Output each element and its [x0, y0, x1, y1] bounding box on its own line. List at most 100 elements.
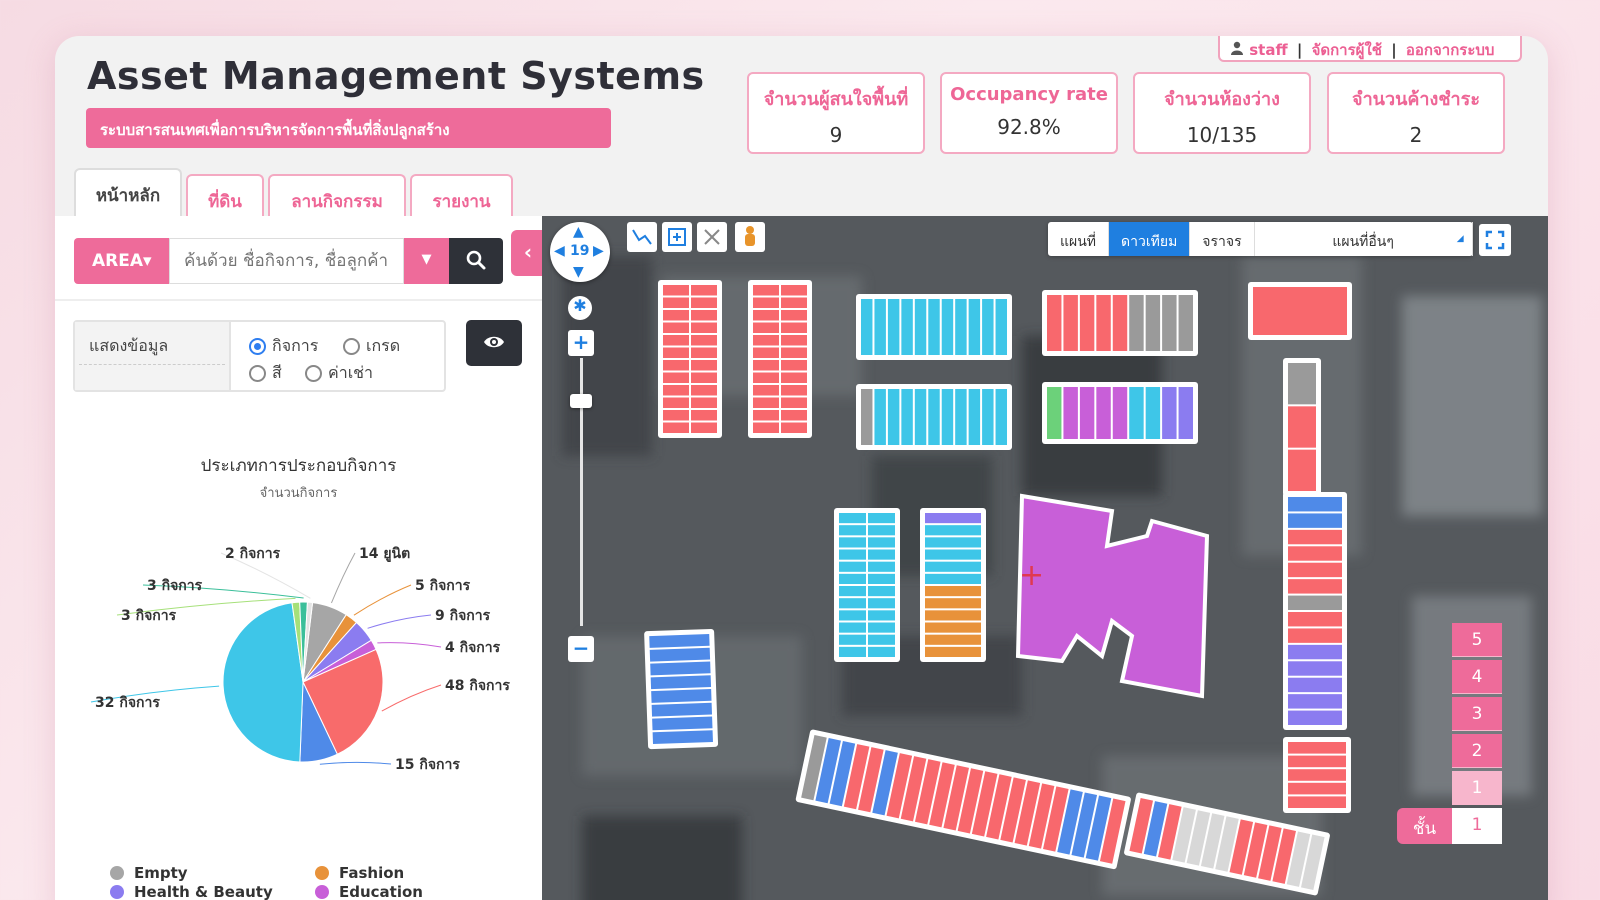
shop-unit[interactable]: [1253, 287, 1347, 335]
shop-unit[interactable]: [650, 675, 712, 690]
toggle-view-button[interactable]: [466, 320, 522, 366]
pan-up-icon[interactable]: ▲: [573, 224, 584, 240]
building-block[interactable]: [1283, 737, 1351, 813]
tab-report[interactable]: รายงาน: [410, 174, 513, 218]
shop-unit[interactable]: [868, 513, 895, 524]
shop-unit[interactable]: [868, 646, 895, 657]
shop-unit[interactable]: [925, 525, 981, 536]
shop-unit[interactable]: [1288, 661, 1342, 676]
shop-unit[interactable]: [887, 389, 900, 445]
shop-unit[interactable]: [663, 297, 689, 309]
shop-unit[interactable]: [925, 513, 981, 524]
shop-unit[interactable]: [955, 299, 967, 355]
shop-unit[interactable]: [1145, 387, 1161, 439]
shop-unit[interactable]: [1288, 796, 1346, 808]
shop-unit[interactable]: [663, 385, 689, 396]
shop-unit[interactable]: [1112, 387, 1128, 439]
shop-unit[interactable]: [1162, 295, 1177, 351]
shop-unit[interactable]: [652, 730, 713, 745]
shop-unit[interactable]: [1288, 644, 1342, 660]
map-view[interactable]: ▲ ▼ ◀ ▶ 19 ✱ + − แผนที่ ดาวเทียม จราจร แ…: [542, 216, 1548, 900]
shop-unit[interactable]: [839, 586, 866, 597]
collapse-panel-button[interactable]: ‹: [511, 230, 545, 276]
shop-unit[interactable]: [839, 610, 866, 621]
shop-unit[interactable]: [868, 598, 895, 609]
shop-unit[interactable]: [649, 647, 711, 662]
shop-unit[interactable]: [1288, 546, 1342, 561]
shop-unit[interactable]: [691, 322, 717, 334]
shop-unit[interactable]: [941, 389, 954, 445]
radio-grade[interactable]: เกรด: [343, 334, 400, 359]
pan-down-icon[interactable]: ▼: [573, 264, 584, 280]
shop-unit[interactable]: [1079, 295, 1095, 351]
shop-unit[interactable]: [868, 525, 895, 536]
shop-unit[interactable]: [861, 299, 873, 355]
shop-unit[interactable]: [874, 389, 886, 445]
shop-unit[interactable]: [1288, 595, 1342, 610]
radio-button[interactable]: [305, 365, 322, 382]
manage-users-link[interactable]: จัดการผู้ใช้: [1312, 41, 1382, 59]
building-block[interactable]: [856, 294, 1012, 360]
shop-unit[interactable]: [839, 646, 866, 657]
shop-unit[interactable]: [1162, 387, 1177, 439]
shop-unit[interactable]: [868, 561, 895, 572]
shop-unit[interactable]: [995, 299, 1007, 355]
shop-unit[interactable]: [874, 299, 886, 355]
shop-unit[interactable]: [651, 688, 712, 703]
draw-line-tool[interactable]: [627, 222, 657, 252]
shop-unit[interactable]: [1288, 769, 1346, 781]
shop-unit[interactable]: [691, 397, 717, 409]
shop-unit[interactable]: [982, 389, 994, 445]
shop-unit[interactable]: [1079, 387, 1095, 439]
shop-unit[interactable]: [925, 549, 981, 560]
building-block[interactable]: [856, 384, 1012, 450]
radio-rent[interactable]: ค่าเช่า: [305, 361, 373, 386]
search-input[interactable]: [169, 238, 404, 284]
shop-unit[interactable]: [868, 537, 895, 548]
shop-unit[interactable]: [839, 573, 866, 584]
shop-unit[interactable]: [925, 622, 981, 633]
shop-unit[interactable]: [1288, 513, 1342, 528]
shop-unit[interactable]: [868, 586, 895, 597]
map-type-traffic[interactable]: จราจร: [1190, 222, 1255, 256]
shop-unit[interactable]: [928, 299, 940, 355]
zoom-in-button[interactable]: +: [568, 330, 594, 356]
shop-unit[interactable]: [901, 389, 913, 445]
shop-unit[interactable]: [663, 322, 689, 334]
shop-unit[interactable]: [1288, 579, 1342, 594]
shop-unit[interactable]: [781, 385, 807, 396]
shop-unit[interactable]: [925, 598, 981, 609]
shop-unit[interactable]: [955, 389, 967, 445]
shop-unit[interactable]: [1288, 742, 1346, 754]
shop-unit[interactable]: [1047, 387, 1062, 439]
shop-unit[interactable]: [781, 372, 807, 384]
pan-control[interactable]: ▲ ▼ ◀ ▶ 19: [550, 222, 610, 282]
shop-unit[interactable]: [781, 360, 807, 371]
shop-unit[interactable]: [995, 389, 1007, 445]
shop-unit[interactable]: [1288, 710, 1342, 725]
shop-unit[interactable]: [1288, 612, 1342, 627]
shop-unit[interactable]: [925, 573, 981, 584]
shop-unit[interactable]: [1178, 295, 1193, 351]
building-block[interactable]: [920, 508, 986, 662]
shop-unit[interactable]: [925, 537, 981, 548]
shop-unit[interactable]: [691, 410, 717, 421]
shop-unit[interactable]: [691, 385, 717, 396]
zoom-slider-handle[interactable]: [570, 394, 592, 408]
zoom-out-button[interactable]: −: [568, 636, 594, 662]
shop-unit[interactable]: [781, 347, 807, 359]
floor-button-3[interactable]: 3: [1452, 697, 1502, 731]
shop-unit[interactable]: [650, 661, 711, 676]
shop-unit[interactable]: [914, 299, 927, 355]
shop-unit[interactable]: [649, 634, 710, 648]
shop-unit[interactable]: [928, 389, 940, 445]
shop-unit[interactable]: [968, 389, 981, 445]
building-block[interactable]: [644, 628, 719, 750]
building-anchor-unit[interactable]: [1015, 493, 1210, 699]
shop-unit[interactable]: [781, 310, 807, 321]
shop-unit[interactable]: [1288, 449, 1316, 491]
floor-button-4[interactable]: 4: [1452, 660, 1502, 694]
pan-left-icon[interactable]: ◀: [554, 243, 565, 259]
shop-unit[interactable]: [691, 297, 717, 309]
shop-unit[interactable]: [652, 716, 713, 731]
